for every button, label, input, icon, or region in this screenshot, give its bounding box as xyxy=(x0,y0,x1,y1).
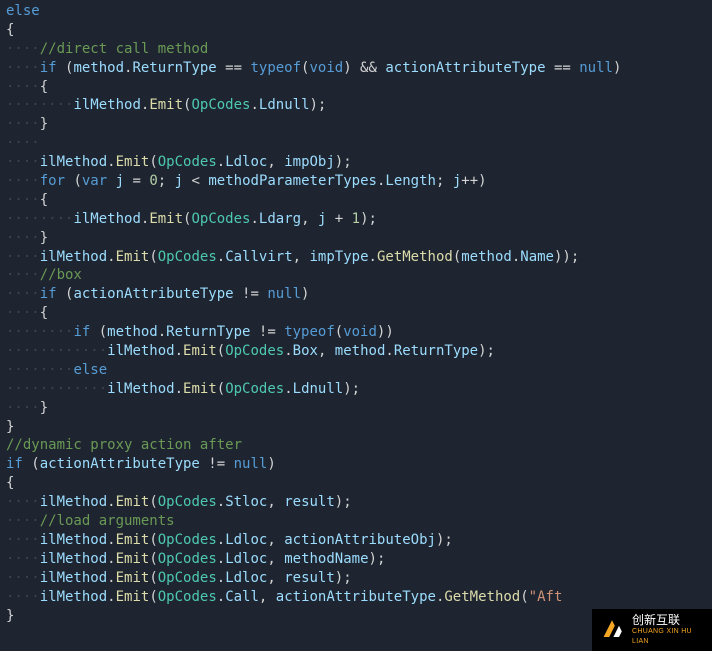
code-line: ····ilMethod.Emit(OpCodes.Call, actionAt… xyxy=(0,588,712,607)
code-line: ····} xyxy=(0,115,712,134)
code-line: ····ilMethod.Emit(OpCodes.Ldloc, actionA… xyxy=(0,531,712,550)
code-editor[interactable]: else{····//direct call method····if (met… xyxy=(0,0,712,625)
logo-title: 创新互联 xyxy=(632,614,706,627)
code-line: ····ilMethod.Emit(OpCodes.Ldloc, result)… xyxy=(0,569,712,588)
code-line: ····if (actionAttributeType != null) xyxy=(0,285,712,304)
code-line: //dynamic proxy action after xyxy=(0,436,712,455)
code-line: { xyxy=(0,21,712,40)
code-line: ············ilMethod.Emit(OpCodes.Box, m… xyxy=(0,342,712,361)
code-line: ····ilMethod.Emit(OpCodes.Callvirt, impT… xyxy=(0,248,712,267)
code-content: else{····//direct call method····if (met… xyxy=(0,2,712,625)
code-line: { xyxy=(0,474,712,493)
code-line: ····} xyxy=(0,229,712,248)
code-line: ········else xyxy=(0,361,712,380)
code-line: ····for (var j = 0; j < methodParameterT… xyxy=(0,172,712,191)
code-line: ············ilMethod.Emit(OpCodes.Ldnull… xyxy=(0,380,712,399)
code-line: ····{ xyxy=(0,78,712,97)
code-line: ····{ xyxy=(0,191,712,210)
logo-subtitle: CHUANG XIN HU LIAN xyxy=(632,627,706,646)
watermark-logo: 创新互联 CHUANG XIN HU LIAN xyxy=(592,609,712,651)
code-line: ····//load arguments xyxy=(0,512,712,531)
code-line: ····ilMethod.Emit(OpCodes.Stloc, result)… xyxy=(0,493,712,512)
code-line: ········ilMethod.Emit(OpCodes.Ldarg, j +… xyxy=(0,210,712,229)
code-line: } xyxy=(0,418,712,437)
logo-icon xyxy=(598,616,626,644)
code-line: ···· xyxy=(0,134,712,153)
code-line: ········ilMethod.Emit(OpCodes.Ldnull); xyxy=(0,96,712,115)
code-line: ····ilMethod.Emit(OpCodes.Ldloc, methodN… xyxy=(0,550,712,569)
code-line: ····//box xyxy=(0,266,712,285)
code-line: ········if (method.ReturnType != typeof(… xyxy=(0,323,712,342)
code-line: else xyxy=(0,2,712,21)
code-line: ····ilMethod.Emit(OpCodes.Ldloc, impObj)… xyxy=(0,153,712,172)
code-line: ····} xyxy=(0,399,712,418)
code-line: ····if (method.ReturnType == typeof(void… xyxy=(0,59,712,78)
code-line: if (actionAttributeType != null) xyxy=(0,455,712,474)
code-line: ····{ xyxy=(0,304,712,323)
code-line: ····//direct call method xyxy=(0,40,712,59)
